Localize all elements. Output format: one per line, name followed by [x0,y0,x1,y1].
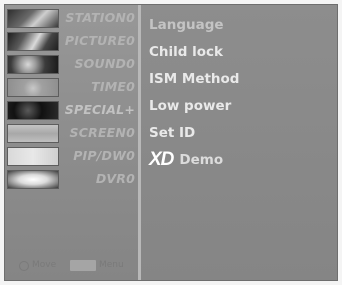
menu-item-label: SOUND0 [74,56,135,71]
time-icon [7,78,59,97]
menu-label: Menu [99,260,124,270]
option-ism-method[interactable]: ISM Method [149,65,239,92]
screen-icon [7,124,59,143]
menu-item-pip-dw[interactable]: PIP/DW0 [5,145,138,168]
xd-demo-label: Demo [179,151,224,168]
menu-item-screen[interactable]: SCREEN0 [5,122,138,145]
menu-item-dvr[interactable]: DVR0 [5,168,138,191]
menu-button-icon [70,260,96,271]
picture-icon [7,32,59,51]
option-low-power[interactable]: Low power [149,92,239,119]
menu-item-time[interactable]: TIME0 [5,76,138,99]
dvr-icon [7,170,59,189]
move-icon [19,261,29,271]
option-set-id[interactable]: Set ID [149,119,239,146]
menu-item-label: DVR0 [95,171,135,186]
menu-item-label: SCREEN0 [69,125,135,140]
option-language[interactable]: Language [149,11,239,38]
special-icon [7,101,59,120]
menu-item-label: TIME0 [91,79,135,94]
menu-item-sound[interactable]: SOUND0 [5,53,138,76]
menu-item-label: STATION0 [65,10,135,25]
sound-icon [7,55,59,74]
menu-item-special[interactable]: SPECIAL+ [5,99,138,122]
menu-item-label: PICTURE0 [64,33,135,48]
submenu-panel: Language Child lock ISM Method Low power… [141,5,337,280]
main-menu-list: STATION0 PICTURE0 SOUND0 TIME0 SPECIAL+ … [5,7,138,191]
xd-logo: XD [149,148,174,170]
menu-item-label: SPECIAL+ [64,102,135,117]
main-menu-panel: STATION0 PICTURE0 SOUND0 TIME0 SPECIAL+ … [5,5,141,280]
option-child-lock[interactable]: Child lock [149,38,239,65]
menu-item-station[interactable]: STATION0 [5,7,138,30]
menu-item-label: PIP/DW0 [73,148,135,163]
osd-screen: STATION0 PICTURE0 SOUND0 TIME0 SPECIAL+ … [4,4,338,281]
option-xd-demo[interactable]: XD Demo [149,146,239,173]
special-options-list: Language Child lock ISM Method Low power… [149,11,239,173]
pip-icon [7,147,59,166]
menu-item-picture[interactable]: PICTURE0 [5,30,138,53]
station-icon [7,9,59,28]
move-label: Move [32,260,57,270]
